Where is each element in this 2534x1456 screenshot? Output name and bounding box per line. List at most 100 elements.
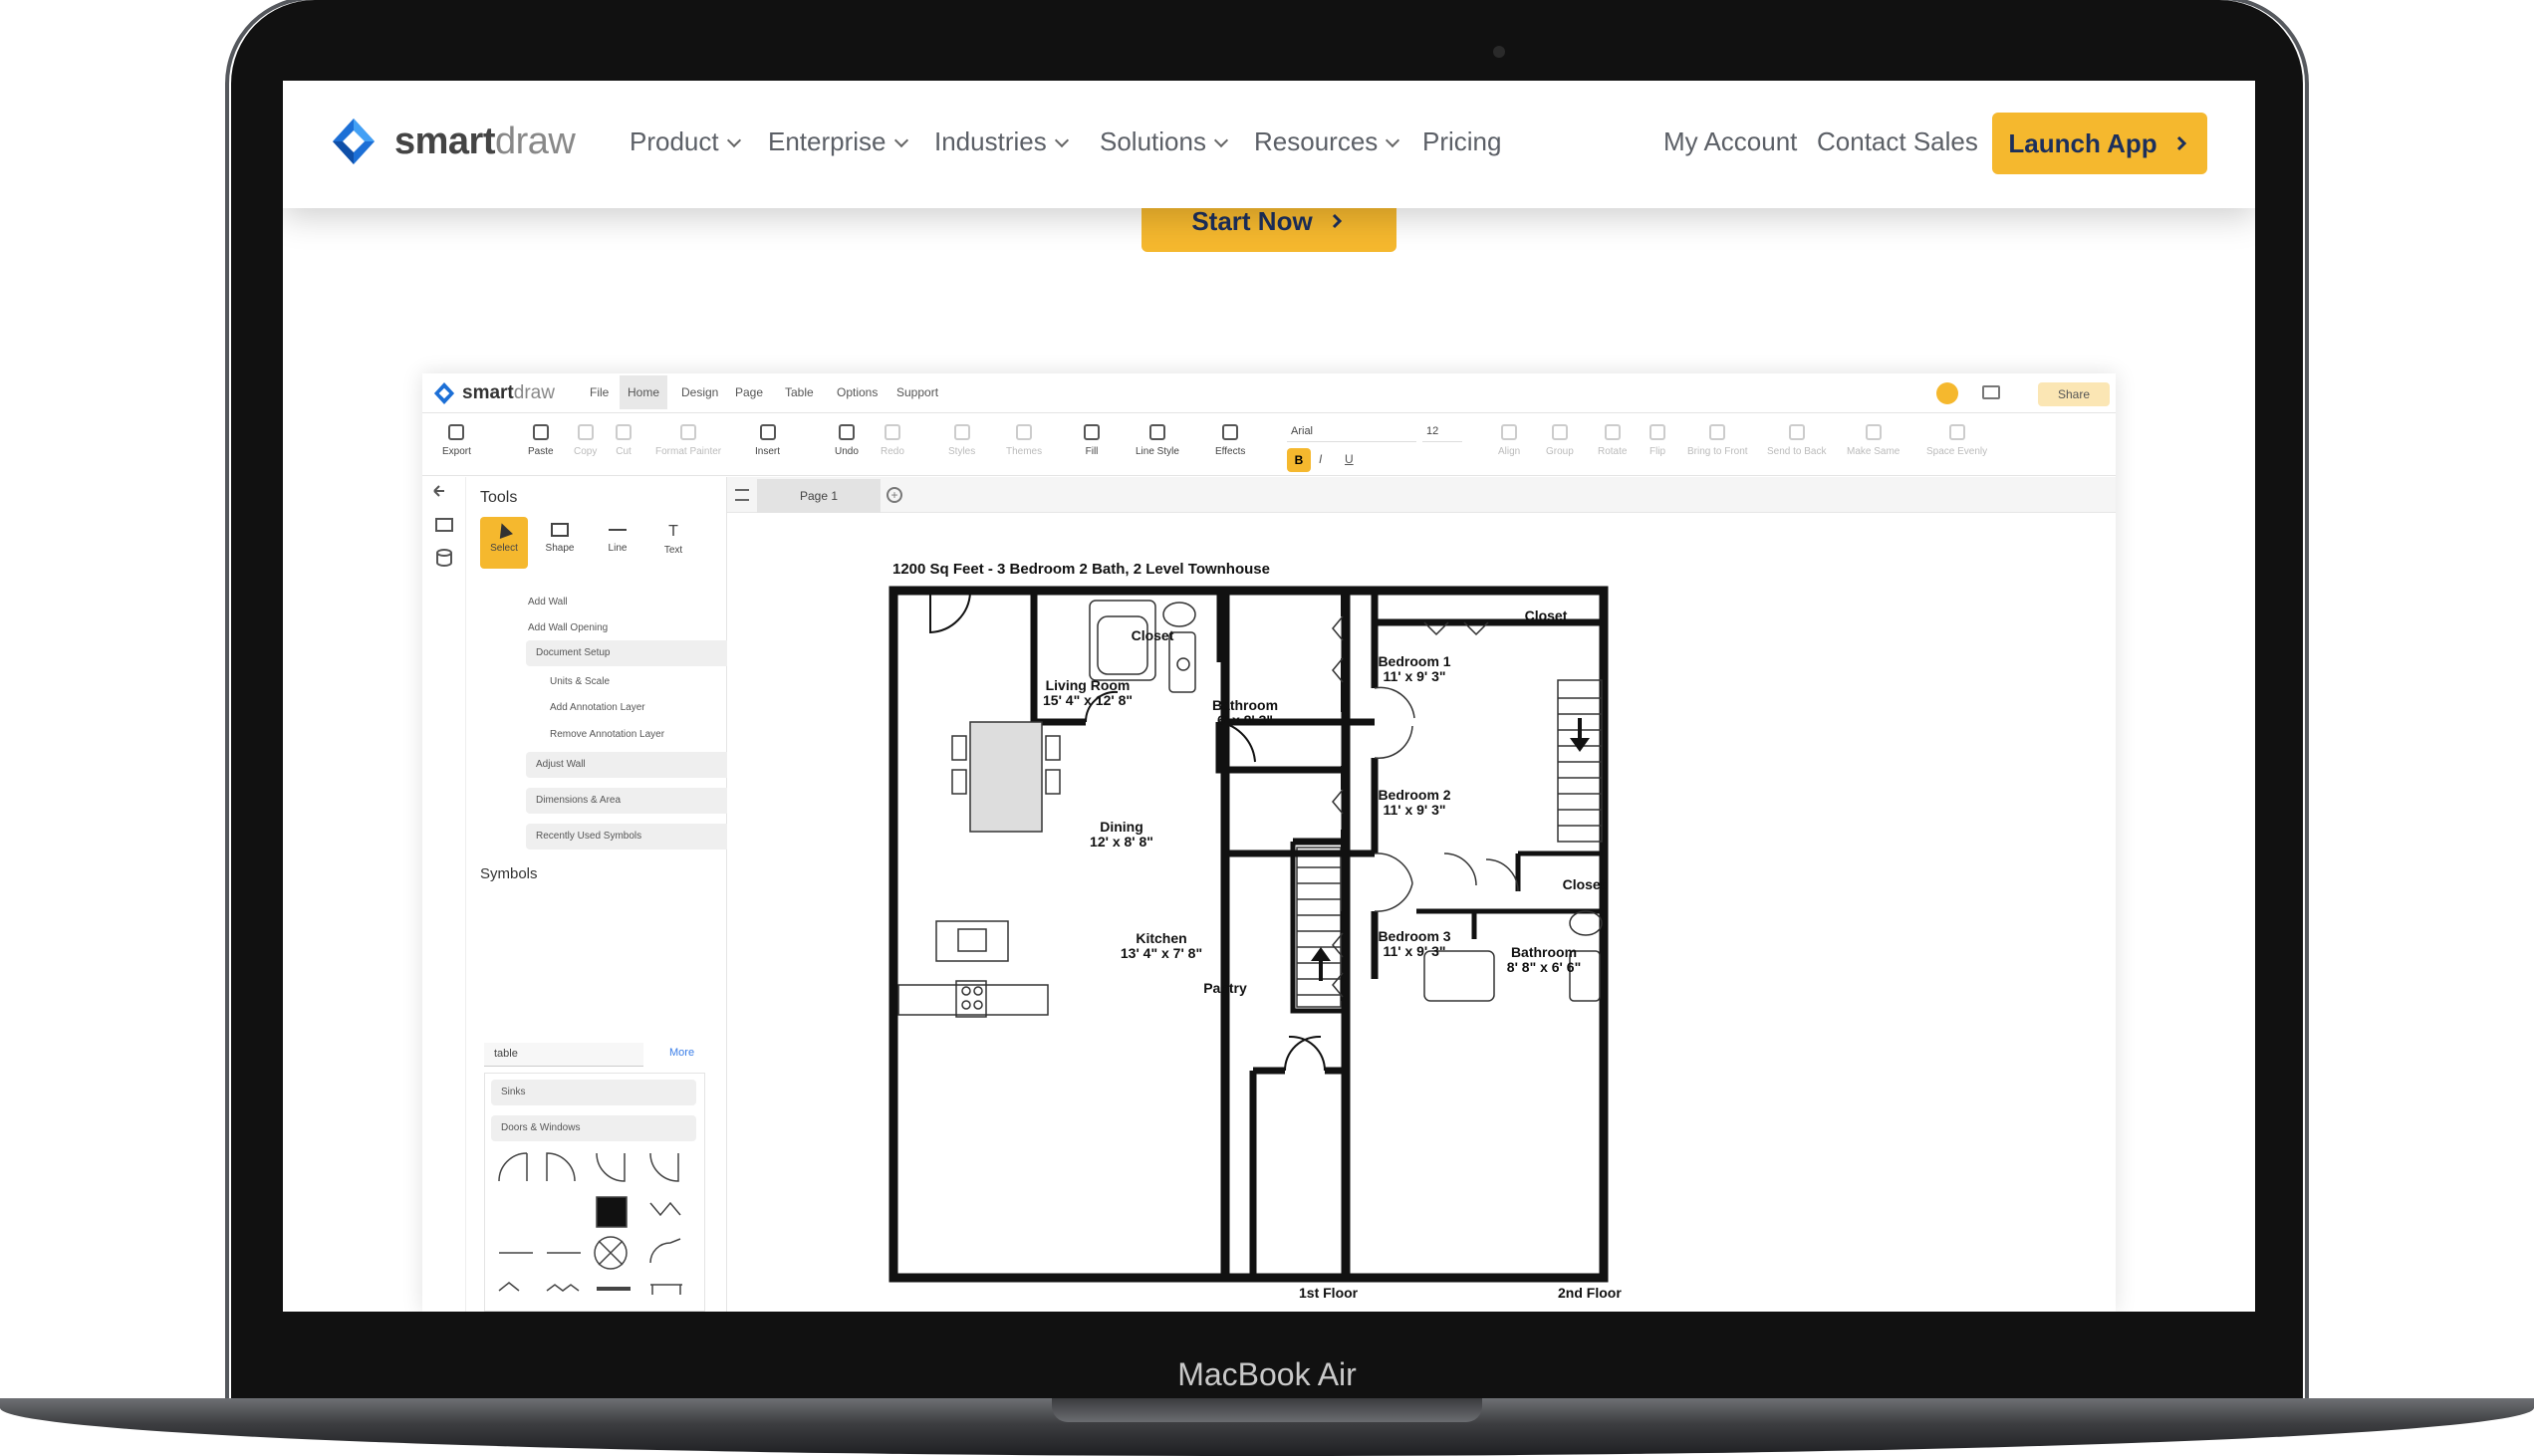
tools-title: Tools bbox=[480, 489, 518, 506]
copy-button[interactable]: Copy bbox=[574, 424, 597, 457]
export-button[interactable]: Export bbox=[442, 424, 471, 457]
present-icon[interactable] bbox=[1982, 385, 2000, 399]
dimensions-area-section[interactable]: Dimensions & Area bbox=[526, 788, 747, 814]
add-annotation-item[interactable]: Add Annotation Layer bbox=[550, 702, 645, 713]
nav-pricing[interactable]: Pricing bbox=[1422, 126, 1501, 157]
paste-button[interactable]: Paste bbox=[528, 424, 554, 457]
second-floor-room-label: Closet bbox=[1524, 607, 1568, 623]
align-button[interactable]: Align bbox=[1498, 424, 1520, 457]
pen-icon bbox=[1148, 424, 1165, 440]
drawing-canvas[interactable]: 1200 Sq Feet - 3 Bedroom 2 Bath, 2 Level… bbox=[727, 513, 2116, 1312]
add-wall-opening-item[interactable]: Add Wall Opening bbox=[528, 622, 608, 633]
app-logo[interactable]: smartdraw bbox=[432, 381, 555, 405]
app-menubar: smartdraw File Home Design Page Table Op… bbox=[422, 373, 2116, 413]
device-model-label: MacBook Air bbox=[1177, 1356, 1357, 1392]
cursor-icon bbox=[495, 521, 513, 539]
smartdraw-logo[interactable]: smartdraw bbox=[329, 117, 576, 166]
underline-button[interactable]: U bbox=[1345, 452, 1354, 466]
user-avatar[interactable] bbox=[1936, 382, 1958, 404]
text-tool[interactable]: T Text bbox=[649, 517, 697, 569]
align-icon bbox=[1501, 424, 1518, 440]
nav-contact-sales[interactable]: Contact Sales bbox=[1817, 126, 1978, 157]
chevron-down-icon bbox=[893, 132, 908, 148]
bring-to-front-button[interactable]: Bring to Front bbox=[1687, 424, 1748, 457]
themes-button[interactable]: Themes bbox=[1006, 424, 1042, 457]
chevron-down-icon bbox=[1213, 132, 1229, 148]
add-wall-item[interactable]: Add Wall bbox=[528, 597, 568, 607]
first-floor-room-label: Pantry bbox=[1203, 980, 1247, 996]
page-tab[interactable]: Page 1 bbox=[757, 479, 881, 513]
doors-windows-library[interactable]: Doors & Windows bbox=[491, 1115, 696, 1141]
menu-design[interactable]: Design bbox=[681, 385, 718, 399]
menu-home[interactable]: Home bbox=[620, 375, 668, 409]
first-floor-room-label: Kitchen 13' 4" x 7' 8" bbox=[1120, 930, 1203, 961]
launch-app-button[interactable]: Launch App bbox=[1992, 113, 2207, 174]
styles-button[interactable]: Styles bbox=[948, 424, 975, 457]
group-button[interactable]: Group bbox=[1546, 424, 1574, 457]
site-navbar: smartdraw Product Enterprise Industries … bbox=[283, 81, 2255, 208]
back-arrow-icon bbox=[433, 485, 444, 497]
fill-bucket-icon bbox=[1084, 424, 1100, 440]
fill-button[interactable]: Fill bbox=[1084, 424, 1100, 457]
stairs-up-arrow bbox=[1311, 947, 1331, 981]
list-icon[interactable] bbox=[735, 489, 749, 501]
menu-file[interactable]: File bbox=[590, 385, 609, 399]
nav-resources[interactable]: Resources bbox=[1254, 126, 1400, 157]
add-page-icon[interactable]: + bbox=[887, 487, 902, 503]
bold-button[interactable]: B bbox=[1287, 448, 1311, 472]
nav-enterprise[interactable]: Enterprise bbox=[768, 126, 908, 157]
remove-annotation-item[interactable]: Remove Annotation Layer bbox=[550, 729, 664, 740]
line-style-button[interactable]: Line Style bbox=[1136, 424, 1179, 457]
laptop-hinge-notch bbox=[1052, 1398, 1482, 1422]
group-icon bbox=[1551, 424, 1568, 440]
redo-button[interactable]: Redo bbox=[881, 424, 904, 457]
font-size-select[interactable]: 12 bbox=[1422, 422, 1462, 442]
insert-button[interactable]: Insert bbox=[755, 424, 780, 457]
send-to-back-button[interactable]: Send to Back bbox=[1767, 424, 1826, 457]
flip-button[interactable]: Flip bbox=[1649, 424, 1665, 457]
rectangle-icon bbox=[551, 523, 569, 537]
nav-solutions[interactable]: Solutions bbox=[1100, 126, 1229, 157]
nav-industries[interactable]: Industries bbox=[934, 126, 1069, 157]
make-same-button[interactable]: Make Same bbox=[1847, 424, 1900, 457]
nav-product[interactable]: Product bbox=[630, 126, 741, 157]
stairs-down-arrow bbox=[1570, 718, 1590, 752]
first-floor-label: 1st Floor bbox=[1299, 1285, 1359, 1301]
effects-button[interactable]: Effects bbox=[1215, 424, 1245, 457]
adjust-wall-section[interactable]: Adjust Wall bbox=[526, 752, 747, 778]
select-tool[interactable]: Select bbox=[480, 517, 528, 569]
library-icon bbox=[435, 518, 453, 532]
document-setup-section[interactable]: Document Setup bbox=[526, 640, 747, 666]
chevron-down-icon bbox=[1054, 132, 1069, 148]
left-rail bbox=[422, 477, 466, 1312]
download-icon bbox=[448, 424, 465, 440]
units-scale-item[interactable]: Units & Scale bbox=[550, 676, 610, 687]
second-floor-room-label: Bedroom 3 11' x 9' 3" bbox=[1378, 928, 1451, 959]
space-evenly-icon bbox=[1948, 424, 1965, 440]
format-painter-button[interactable]: Format Painter bbox=[655, 424, 721, 457]
sinks-library[interactable]: Sinks bbox=[491, 1080, 696, 1105]
undo-button[interactable]: Undo bbox=[835, 424, 859, 457]
app-preview: smartdraw File Home Design Page Table Op… bbox=[422, 373, 2116, 1312]
star-icon bbox=[1222, 424, 1239, 440]
rotate-button[interactable]: Rotate bbox=[1598, 424, 1627, 457]
more-symbols-link[interactable]: More bbox=[669, 1047, 694, 1059]
cut-button[interactable]: Cut bbox=[616, 424, 632, 457]
nav-my-account[interactable]: My Account bbox=[1663, 126, 1797, 157]
menu-table[interactable]: Table bbox=[785, 385, 814, 399]
font-select[interactable]: Arial bbox=[1287, 422, 1416, 442]
menu-options[interactable]: Options bbox=[837, 385, 878, 399]
symbol-search-input[interactable]: table bbox=[484, 1043, 643, 1067]
italic-button[interactable]: I bbox=[1319, 452, 1322, 466]
line-tool[interactable]: Line bbox=[594, 517, 641, 569]
share-button[interactable]: Share bbox=[2038, 382, 2110, 406]
space-evenly-button[interactable]: Space Evenly bbox=[1926, 424, 1987, 457]
page-tabs-bar: Page 1 + bbox=[727, 477, 2116, 513]
shape-tool[interactable]: Shape bbox=[536, 517, 584, 569]
styles-icon bbox=[953, 424, 970, 440]
recent-symbols-section[interactable]: Recently Used Symbols bbox=[526, 824, 747, 849]
second-floor-room-label: Bathroom 8' 8" x 6' 6" bbox=[1506, 944, 1582, 975]
menu-support[interactable]: Support bbox=[896, 385, 938, 399]
menu-page[interactable]: Page bbox=[735, 385, 763, 399]
database-icon bbox=[436, 549, 452, 557]
